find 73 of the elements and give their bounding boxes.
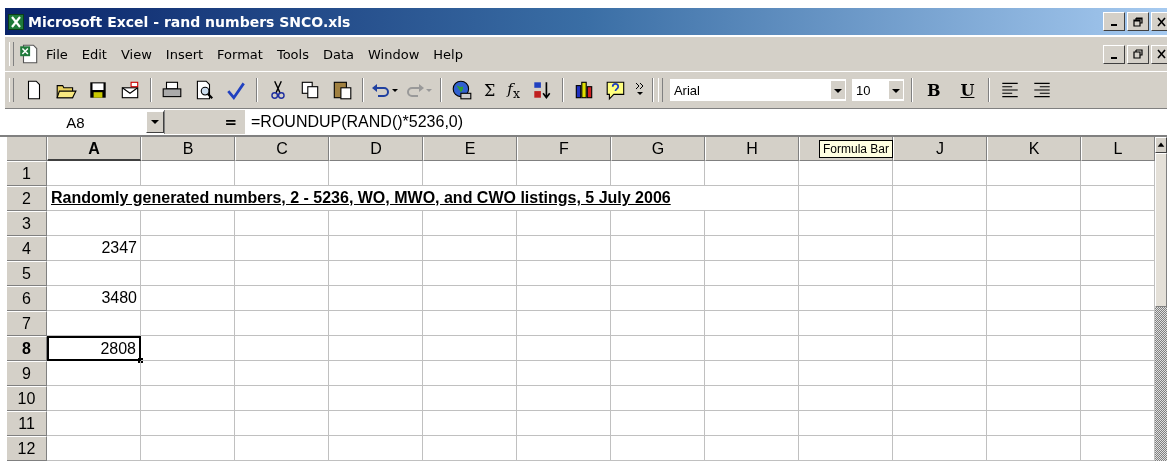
menu-item[interactable]: Tools [276,46,309,62]
column-header[interactable]: D [329,137,423,161]
insert-function-button[interactable]: f$_{x}$ [507,79,520,101]
menu-item[interactable]: View [120,46,152,62]
save-icon[interactable] [87,79,109,101]
close-button[interactable] [1151,44,1167,64]
minimize-button[interactable] [1103,44,1125,64]
close-icon [1156,16,1167,27]
scroll-up-icon[interactable] [1155,137,1167,153]
row-header[interactable]: 12 [7,436,47,461]
restore-button[interactable] [1127,12,1149,31]
minimize-icon [1111,24,1117,26]
column-header[interactable]: B [141,137,235,161]
workbook-icon[interactable] [18,43,40,65]
row-header[interactable]: 2 [7,186,47,211]
row-header[interactable]: 10 [7,386,47,411]
autosum-button[interactable]: Σ [484,80,496,100]
column-header[interactable]: A [47,137,141,161]
underline-button[interactable]: U [960,80,975,100]
select-all-button[interactable] [7,137,47,161]
help-icon[interactable] [604,79,627,101]
bold-button[interactable]: B [926,80,941,100]
menu-item[interactable]: Data [322,46,354,62]
row-header[interactable]: 9 [7,361,47,386]
column-header[interactable]: L [1081,137,1155,161]
font-field[interactable]: Arial [668,78,847,102]
globe-icon[interactable] [451,79,473,101]
menu-item[interactable]: Window [368,46,420,62]
clipboard-icon[interactable] [331,79,353,101]
row-header[interactable]: 4 [7,236,47,261]
sheet-title: Randomly generated numbers, 2 - 5236, WO, MWO, and CWO listings, 5 July 2006 [47,186,799,211]
column-header[interactable]: G [611,137,705,161]
copy-icon[interactable] [299,79,321,101]
menu-item[interactable]: File [46,46,68,62]
formula-field[interactable]: =ROUNDUP(RAND()*5236,0) [245,113,1167,131]
window-title: Microsoft Excel - rand numbers SNCO.xls [28,13,351,30]
table-cell: 3480 [47,286,141,311]
dropdown-icon[interactable] [830,81,845,99]
minimize-button[interactable] [1103,12,1125,31]
dropdown-icon[interactable] [888,81,903,99]
row-header[interactable]: 8 [7,336,47,361]
dropdown-icon[interactable] [146,111,164,133]
row-header[interactable]: 3 [7,211,47,236]
mail-icon[interactable] [119,79,141,101]
column-header[interactable]: C [235,137,329,161]
column-header[interactable]: F [517,137,611,161]
menu-item[interactable]: Format [217,46,263,62]
font-size-field[interactable]: 10 [850,78,905,102]
column-header[interactable]: J [893,137,987,161]
row-header[interactable]: 7 [7,311,47,336]
tooltip: Formula Bar [819,140,894,158]
row-header[interactable]: 6 [7,286,47,311]
menu-item[interactable]: Help [433,46,463,62]
row-header[interactable]: 1 [7,161,47,186]
column-header[interactable]: K [987,137,1081,161]
close-button[interactable] [1151,12,1167,31]
table-cell: 2808 [47,336,141,361]
menu-item[interactable]: Insert [165,46,204,62]
table-cell: 2347 [47,236,141,261]
excel-icon [8,13,24,30]
restore-icon [1132,16,1144,27]
menu-item[interactable]: Edit [81,46,107,62]
row-header[interactable]: 11 [7,411,47,436]
fill-handle[interactable] [138,358,143,363]
close-icon [1156,49,1167,59]
restore-icon [1132,49,1144,59]
row-header[interactable]: 5 [7,261,47,286]
column-header[interactable]: H [705,137,799,161]
column-header[interactable]: E [423,137,517,161]
enter-formula-button[interactable]: = [165,110,245,134]
restore-button[interactable] [1127,44,1149,64]
minimize-icon [1111,56,1117,59]
vertical-scrollbar[interactable] [1155,137,1167,461]
